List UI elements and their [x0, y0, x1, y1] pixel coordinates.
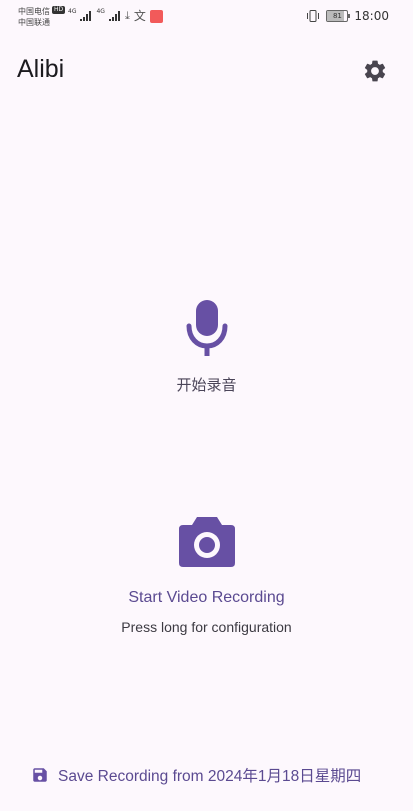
start-video-recording-button[interactable]: Start Video Recording Press long for con… [0, 513, 413, 635]
app-notification-icon [149, 9, 163, 23]
hd-badge: HD [52, 6, 66, 14]
start-audio-recording-label: 开始录音 [176, 376, 237, 394]
video-configuration-hint: Press long for configuration [121, 619, 292, 635]
save-recording-button[interactable]: Save Recording from 2024年1月18日星期四 [31, 764, 361, 786]
network-type-1: 4G [68, 8, 77, 15]
vibrate-icon [307, 10, 320, 22]
gear-icon [364, 60, 386, 82]
status-bar: 中国电信 HD 中国联通 4G 4G ⤓ 文 81 18:00 [0, 0, 413, 34]
clock: 18:00 [354, 9, 389, 23]
save-recording-label: Save Recording from 2024年1月18日星期四 [58, 768, 362, 785]
status-right: 81 18:00 [306, 9, 389, 23]
battery-level: 81 [332, 12, 342, 20]
carrier-2-label: 中国联通 [18, 18, 50, 27]
carrier-1-label: 中国电信 [18, 7, 50, 16]
start-audio-recording-button[interactable]: 开始录音 [0, 298, 413, 395]
carrier-info: 中国电信 HD 中国联通 [18, 6, 66, 28]
camera-icon [178, 517, 235, 567]
download-icon: ⤓ [124, 9, 130, 22]
app-title: Alibi [17, 55, 65, 83]
settings-button[interactable] [362, 58, 388, 84]
floppy-disk-icon [33, 768, 47, 782]
status-icons: 4G 4G ⤓ 文 [68, 8, 163, 24]
app-screen: 中国电信 HD 中国联通 4G 4G ⤓ 文 81 18:00 Alibi 开始… [0, 0, 413, 811]
start-video-recording-label: Start Video Recording [128, 589, 285, 606]
translate-icon: 文 [133, 9, 146, 23]
network-type-2: 4G [96, 8, 105, 15]
battery-icon: 81 [326, 10, 351, 22]
signal-icon [80, 11, 92, 21]
signal-icon [108, 11, 120, 21]
microphone-icon [186, 300, 227, 356]
